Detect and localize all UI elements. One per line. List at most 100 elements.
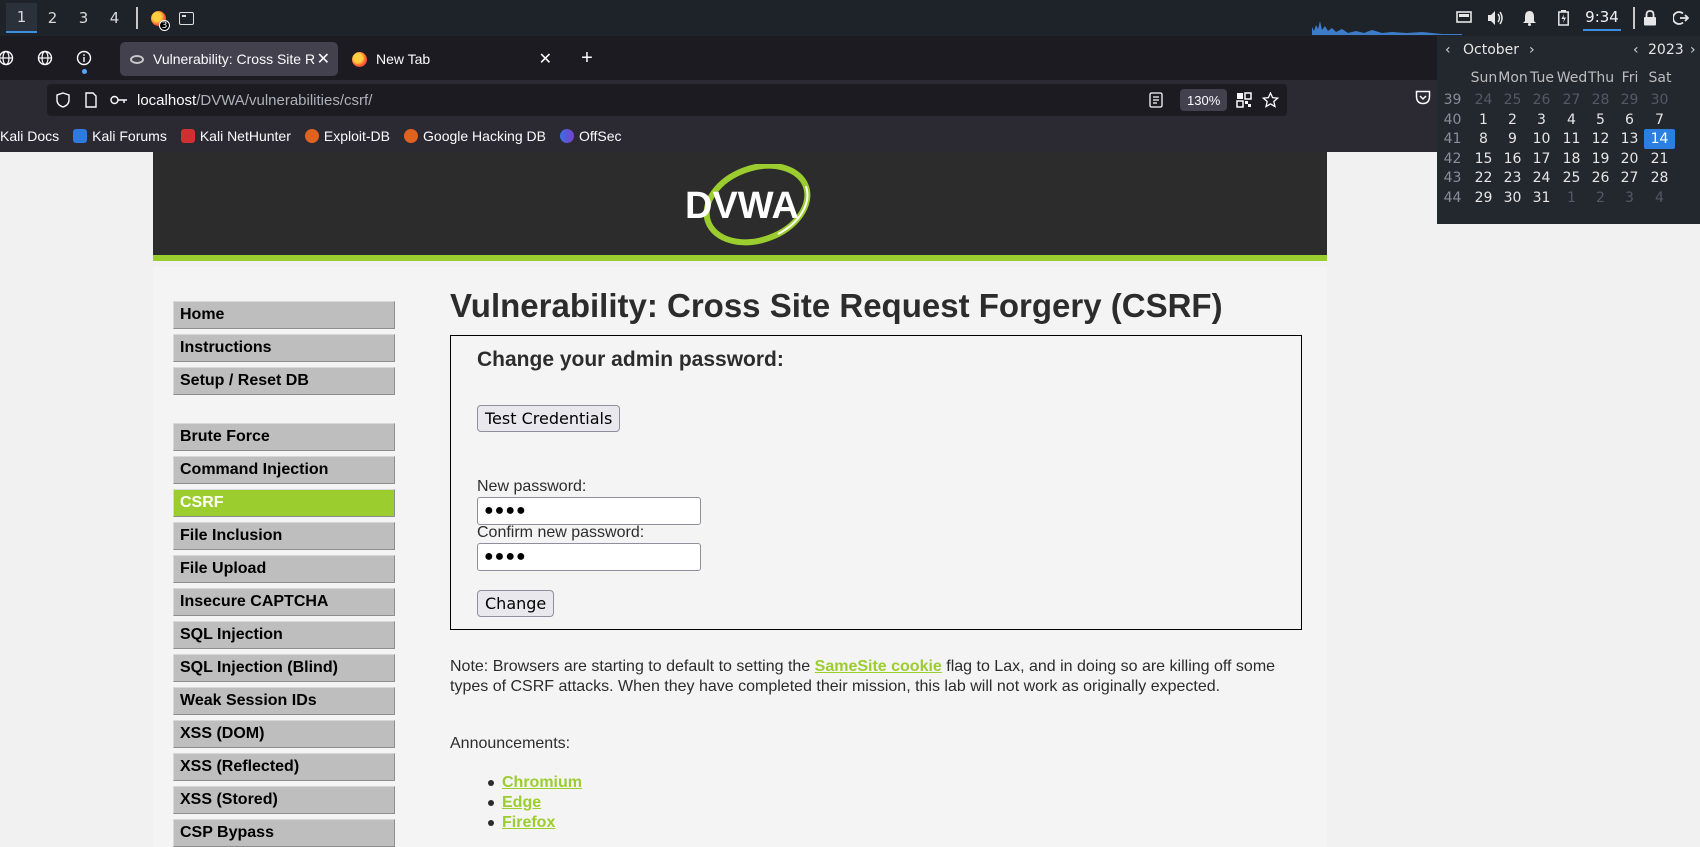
url-text[interactable]: localhost/DVWA/vulnerabilities/csrf/ [137, 92, 372, 109]
firefox-link[interactable]: Firefox [502, 814, 555, 831]
calendar-day[interactable]: 3 [1526, 110, 1557, 130]
battery-icon[interactable] [1553, 0, 1573, 36]
calendar-day[interactable]: 2 [1585, 188, 1616, 208]
confirm-password-field[interactable]: ●●●● [477, 543, 701, 571]
calendar-day[interactable]: 21 [1644, 149, 1675, 169]
chromium-link[interactable]: Chromium [502, 774, 582, 791]
calendar-day[interactable]: 28 [1585, 90, 1616, 110]
calendar-day[interactable]: 3 [1614, 188, 1645, 208]
terminal-taskbar-button[interactable] [172, 3, 200, 33]
calendar-day[interactable]: 1 [1468, 110, 1499, 130]
menu-item-file-inclusion[interactable]: File Inclusion [173, 522, 395, 550]
calendar-day[interactable]: 4 [1556, 110, 1587, 130]
globe-icon[interactable] [0, 49, 15, 67]
workspace-1[interactable]: 1 [6, 3, 37, 33]
tab-new-tab[interactable]: New Tab ✕ [342, 42, 560, 76]
calendar-day[interactable]: 29 [1614, 90, 1645, 110]
menu-item-setup-reset-db[interactable]: Setup / Reset DB [173, 367, 395, 395]
menu-item-brute-force[interactable]: Brute Force [173, 423, 395, 451]
menu-item-command-injection[interactable]: Command Injection [173, 456, 395, 484]
calendar-day[interactable]: 25 [1556, 168, 1587, 188]
calendar-day[interactable]: 2 [1497, 110, 1528, 130]
calendar-day[interactable]: 27 [1614, 168, 1645, 188]
calendar-day[interactable]: 1 [1556, 188, 1587, 208]
calendar-day[interactable]: 18 [1556, 149, 1587, 169]
calendar-day[interactable]: 23 [1497, 168, 1528, 188]
calendar-day[interactable]: 19 [1585, 149, 1616, 169]
new-password-field[interactable]: ●●●● [477, 497, 701, 525]
menu-item-sql-injection[interactable]: SQL Injection [173, 621, 395, 649]
menu-item-instructions[interactable]: Instructions [173, 334, 395, 362]
display-icon[interactable] [1453, 0, 1475, 36]
calendar-day[interactable]: 17 [1526, 149, 1557, 169]
calendar-day[interactable]: 24 [1468, 90, 1499, 110]
previous-month-chevron-icon[interactable]: ‹ [1445, 42, 1451, 58]
pocket-icon[interactable] [1415, 90, 1431, 110]
menu-item-csrf[interactable]: CSRF [173, 489, 395, 517]
volume-icon[interactable] [1484, 0, 1506, 36]
url-bar[interactable]: localhost/DVWA/vulnerabilities/csrf/ 130… [47, 84, 1287, 116]
calendar-day[interactable]: 22 [1468, 168, 1499, 188]
key-permissions-icon[interactable] [110, 91, 128, 109]
calendar-day[interactable]: 13 [1614, 129, 1645, 149]
bookmark-google-hacking-db[interactable]: Google Hacking DB [404, 128, 546, 144]
workspace-3[interactable]: 3 [68, 3, 99, 33]
calendar-day[interactable]: 28 [1644, 168, 1675, 188]
menu-item-weak-session-ids[interactable]: Weak Session IDs [173, 687, 395, 715]
next-month-chevron-icon[interactable]: › [1529, 42, 1535, 58]
zoom-level-button[interactable]: 130% [1180, 89, 1228, 111]
page-icon[interactable] [82, 91, 100, 109]
calendar-day[interactable]: 16 [1497, 149, 1528, 169]
bookmark-kali-nethunter[interactable]: Kali NetHunter [180, 128, 291, 144]
calendar-day[interactable]: 27 [1556, 90, 1587, 110]
next-year-chevron-icon[interactable]: › [1690, 42, 1696, 58]
workspace-2[interactable]: 2 [37, 3, 68, 33]
calendar-day[interactable]: 4 [1644, 188, 1675, 208]
logout-icon[interactable] [1670, 0, 1692, 36]
menu-item-file-upload[interactable]: File Upload [173, 555, 395, 583]
menu-item-xss-reflected[interactable]: XSS (Reflected) [173, 753, 395, 781]
calendar-day[interactable]: 9 [1497, 129, 1528, 149]
menu-item-insecure-captcha[interactable]: Insecure CAPTCHA [173, 588, 395, 616]
menu-item-csp-bypass[interactable]: CSP Bypass [173, 819, 395, 847]
bookmark-kali-docs[interactable]: Kali Docs [0, 128, 59, 144]
test-credentials-button[interactable]: Test Credentials [477, 405, 621, 432]
clock[interactable]: 9:34 [1582, 0, 1622, 36]
workspace-4[interactable]: 4 [99, 3, 130, 33]
previous-year-chevron-icon[interactable]: ‹ [1633, 42, 1639, 58]
calendar-day[interactable]: 24 [1526, 168, 1557, 188]
menu-item-xss-dom[interactable]: XSS (DOM) [173, 720, 395, 748]
info-icon[interactable] [75, 49, 93, 67]
calendar-day[interactable]: 6 [1614, 110, 1645, 130]
close-tab-icon[interactable]: ✕ [317, 49, 330, 69]
calendar-day[interactable]: 5 [1585, 110, 1616, 130]
calendar-day[interactable]: 11 [1556, 129, 1587, 149]
menu-item-home[interactable]: Home [173, 301, 395, 329]
calendar-day[interactable]: 31 [1526, 188, 1557, 208]
edge-link[interactable]: Edge [502, 794, 541, 811]
bookmark-exploit-db[interactable]: Exploit-DB [304, 128, 390, 144]
calendar-day[interactable]: 25 [1497, 90, 1528, 110]
calendar-day[interactable]: 15 [1468, 149, 1499, 169]
bookmark-kali-forums[interactable]: Kali Forums [73, 128, 167, 144]
calendar-day[interactable]: 10 [1526, 129, 1557, 149]
calendar-day[interactable]: 12 [1585, 129, 1616, 149]
calendar-day[interactable]: 29 [1468, 188, 1499, 208]
bookmark-star-icon[interactable] [1261, 91, 1279, 109]
samesite-cookie-link[interactable]: SameSite cookie [815, 658, 942, 675]
notification-bell-icon[interactable] [1518, 0, 1540, 36]
calendar-day[interactable]: 8 [1468, 129, 1499, 149]
tab-dvwa-csrf[interactable]: Vulnerability: Cross Site R ✕ [120, 42, 338, 76]
calendar-day[interactable]: 26 [1585, 168, 1616, 188]
calendar-day[interactable]: 7 [1644, 110, 1675, 130]
reader-view-icon[interactable] [1147, 91, 1165, 109]
close-tab-icon[interactable]: ✕ [539, 49, 552, 69]
menu-item-xss-stored[interactable]: XSS (Stored) [173, 786, 395, 814]
calendar-day[interactable]: 26 [1526, 90, 1557, 110]
lock-screen-icon[interactable] [1640, 0, 1660, 36]
bookmark-offsec[interactable]: OffSec [559, 128, 622, 144]
calendar-day[interactable]: 20 [1614, 149, 1645, 169]
firefox-taskbar-button[interactable]: 3 [144, 3, 172, 33]
change-button[interactable]: Change [477, 590, 555, 617]
new-tab-plus-icon[interactable]: + [578, 47, 596, 69]
